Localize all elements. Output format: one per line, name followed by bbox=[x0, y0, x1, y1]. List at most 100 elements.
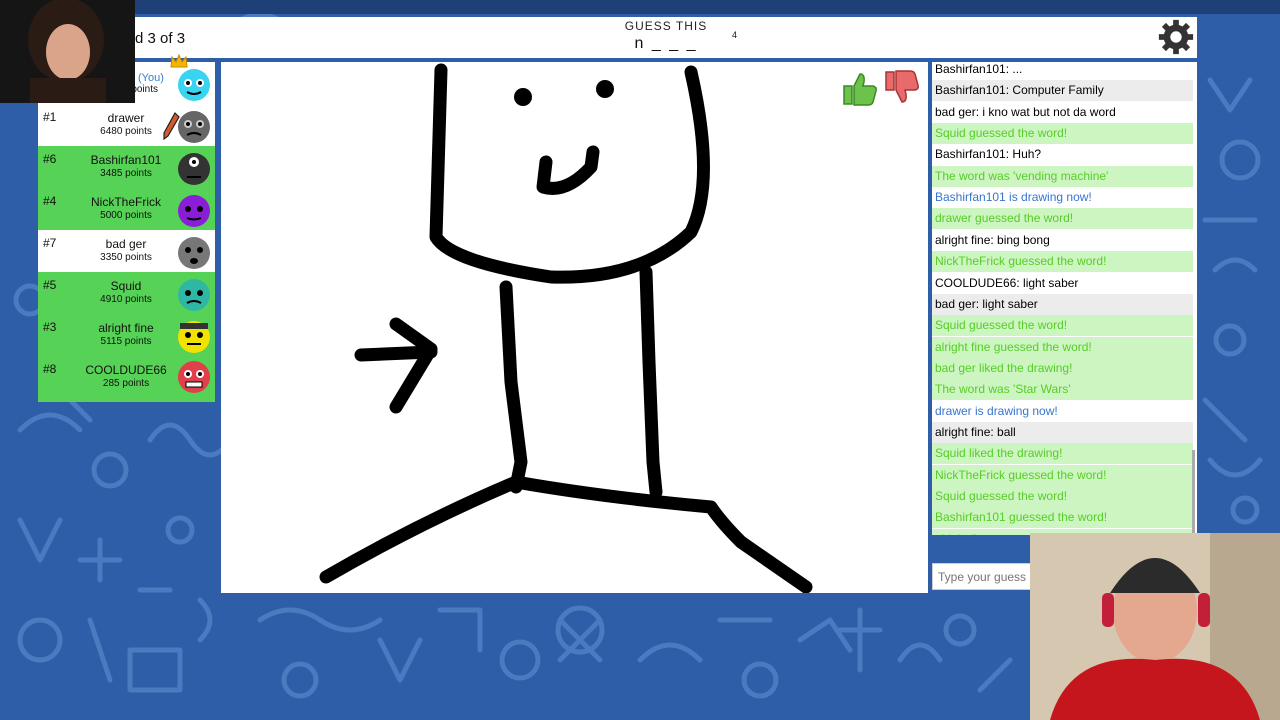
chat-message: drawer is drawing now! bbox=[932, 401, 1193, 422]
top-band bbox=[0, 0, 1280, 14]
chat-text: alright fine guessed the word! bbox=[935, 339, 1092, 354]
chat-text: Computer Family bbox=[1012, 83, 1104, 98]
drawing-canvas[interactable] bbox=[221, 62, 928, 593]
chat-text: bad ger liked the drawing! bbox=[935, 360, 1073, 375]
chat-message: The word was 'Star Wars' bbox=[932, 379, 1193, 401]
chat-text: light saber bbox=[1023, 275, 1079, 290]
chat-text: Huh? bbox=[1012, 147, 1042, 162]
gear-icon[interactable] bbox=[1157, 18, 1195, 56]
player-row[interactable]: #3 alright fine 5115 points bbox=[38, 314, 215, 356]
chat-text: drawer is drawing now! bbox=[935, 403, 1058, 418]
chat-text: i kno wat but not da word bbox=[982, 104, 1116, 119]
chat-message: alright fine: bing bong bbox=[932, 230, 1193, 251]
yellow-avatar bbox=[178, 321, 210, 353]
player-name: COOLDUDE66 bbox=[85, 363, 167, 377]
webcam-overlay-left bbox=[0, 0, 135, 103]
chat-message: NickTheFrick guessed the word! bbox=[932, 251, 1193, 273]
player-row[interactable]: #4 NickTheFrick 5000 points bbox=[38, 188, 215, 230]
teal-avatar bbox=[178, 279, 210, 311]
player-points: 3350 points bbox=[100, 252, 152, 263]
player-points: 285 points bbox=[102, 378, 150, 389]
game-header: d 3 of 3 GUESS THIS n _ _ _ 4 bbox=[135, 17, 1197, 58]
player-list: (You) points #1 drawer 6480 points #6 Ba… bbox=[38, 54, 215, 402]
chat-scrollbar[interactable] bbox=[1192, 450, 1195, 534]
player-name-you: (You) bbox=[138, 72, 164, 84]
chat-message: COOLDUDE66: light saber bbox=[932, 273, 1193, 294]
word-letter-count: 4 bbox=[732, 30, 738, 40]
player-row[interactable]: #6 Bashirfan101 3485 points bbox=[38, 146, 215, 188]
guess-label: GUESS THIS bbox=[624, 19, 708, 33]
player-row[interactable]: #5 Squid 4910 points bbox=[38, 272, 215, 314]
chat-text: Bashirfan101: ... bbox=[935, 62, 1023, 76]
chat-text: drawer guessed the word! bbox=[935, 211, 1074, 226]
chat-message: Squid liked the drawing! bbox=[932, 443, 1193, 465]
pencil-icon bbox=[163, 112, 180, 140]
chat-text: NickTheFrick guessed the word! bbox=[935, 254, 1107, 269]
player-points: 4910 points bbox=[100, 294, 152, 305]
black-avatar bbox=[178, 153, 210, 185]
chat-message: NickTheFrick guessed the word! bbox=[932, 464, 1193, 486]
chat-text: bing bong bbox=[997, 232, 1050, 247]
chat-message: bad ger liked the drawing! bbox=[932, 357, 1193, 379]
player-rank: #6 bbox=[43, 152, 57, 166]
chat-message: alright fine guessed the word! bbox=[932, 336, 1193, 358]
chat-message: Squid guessed the word! bbox=[932, 315, 1193, 337]
chat-message: Bashirfan101: Computer Family bbox=[932, 80, 1193, 102]
player-row[interactable]: #8 COOLDUDE66 285 points bbox=[38, 356, 215, 402]
chat-username: alright fine: bbox=[935, 424, 994, 439]
cyan-avatar bbox=[178, 69, 210, 101]
crown-icon bbox=[170, 54, 188, 68]
player-name: Squid bbox=[110, 279, 142, 293]
drawing-strokes bbox=[319, 63, 813, 593]
chat-message: Bashirfan101 is drawing now! bbox=[932, 187, 1193, 208]
guess-input[interactable] bbox=[932, 563, 1032, 590]
chat-username: Bashirfan101: bbox=[935, 147, 1010, 162]
gray-avatar bbox=[178, 237, 210, 269]
player-rank: #7 bbox=[43, 236, 57, 250]
player-rank: #4 bbox=[43, 194, 57, 208]
player-points: 3485 points bbox=[100, 168, 152, 179]
chat-message: Bashirfan101: ... bbox=[932, 62, 1193, 80]
player-points: 5115 points bbox=[100, 336, 152, 347]
chat-text: light saber bbox=[982, 296, 1038, 311]
chat-message: Bashirfan101 guessed the word! bbox=[932, 507, 1193, 529]
chat-text: Squid liked the drawing! bbox=[935, 446, 1063, 461]
chat-text: Bashirfan101 is drawing now! bbox=[935, 190, 1092, 205]
chat-username: COOLDUDE66: bbox=[935, 275, 1020, 290]
chat-message: drawer guessed the word! bbox=[932, 208, 1193, 230]
chat-message: The word was 'vending machine' bbox=[932, 165, 1193, 187]
word-hint: n _ _ _ bbox=[634, 35, 698, 52]
player-rank: #1 bbox=[43, 110, 57, 124]
chat-message: bad ger: light saber bbox=[932, 293, 1193, 315]
player-rank: #8 bbox=[43, 362, 57, 376]
chat-text: Squid guessed the word! bbox=[935, 489, 1068, 503]
player-name: bad ger bbox=[105, 237, 147, 251]
chat-message: alright fine: ball bbox=[932, 421, 1193, 443]
red-avatar bbox=[178, 361, 210, 393]
chat-username: alright fine: bbox=[935, 232, 994, 247]
chat-message: bad ger: i kno wat but not da word bbox=[932, 102, 1193, 123]
chat-message: Squid guessed the word! bbox=[932, 486, 1193, 507]
chat-username: Bashirfan101: bbox=[935, 83, 1010, 98]
player-rank: #5 bbox=[43, 278, 57, 292]
thumbs-up-icon[interactable] bbox=[840, 68, 880, 108]
chat-text: Squid guessed the word! bbox=[935, 126, 1068, 141]
webcam-overlay-right bbox=[1030, 533, 1280, 720]
chat-text: The word was 'Star Wars' bbox=[935, 382, 1071, 397]
player-row[interactable]: #1 drawer 6480 points bbox=[38, 104, 215, 146]
player-name: Bashirfan101 bbox=[90, 153, 162, 167]
chat-text: Squid guessed the word! bbox=[935, 318, 1068, 333]
player-name: alright fine bbox=[98, 321, 154, 335]
player-rank: #3 bbox=[43, 320, 57, 334]
chat-message: Squid guessed the word! bbox=[932, 123, 1193, 145]
chat-text: NickTheFrick guessed the word! bbox=[935, 467, 1107, 482]
purple-avatar bbox=[178, 195, 210, 227]
chat-username: bad ger: bbox=[935, 296, 980, 311]
thumbs-down-icon[interactable] bbox=[882, 68, 922, 108]
chat-username: bad ger: bbox=[935, 104, 980, 119]
player-row[interactable]: #7 bad ger 3350 points bbox=[38, 230, 215, 272]
chat-text: ball bbox=[997, 424, 1016, 439]
chat-log[interactable]: Bashirfan101: ... Bashirfan101: Computer … bbox=[932, 62, 1197, 535]
player-name: NickTheFrick bbox=[90, 195, 161, 209]
player-points: 5000 points bbox=[100, 210, 152, 221]
